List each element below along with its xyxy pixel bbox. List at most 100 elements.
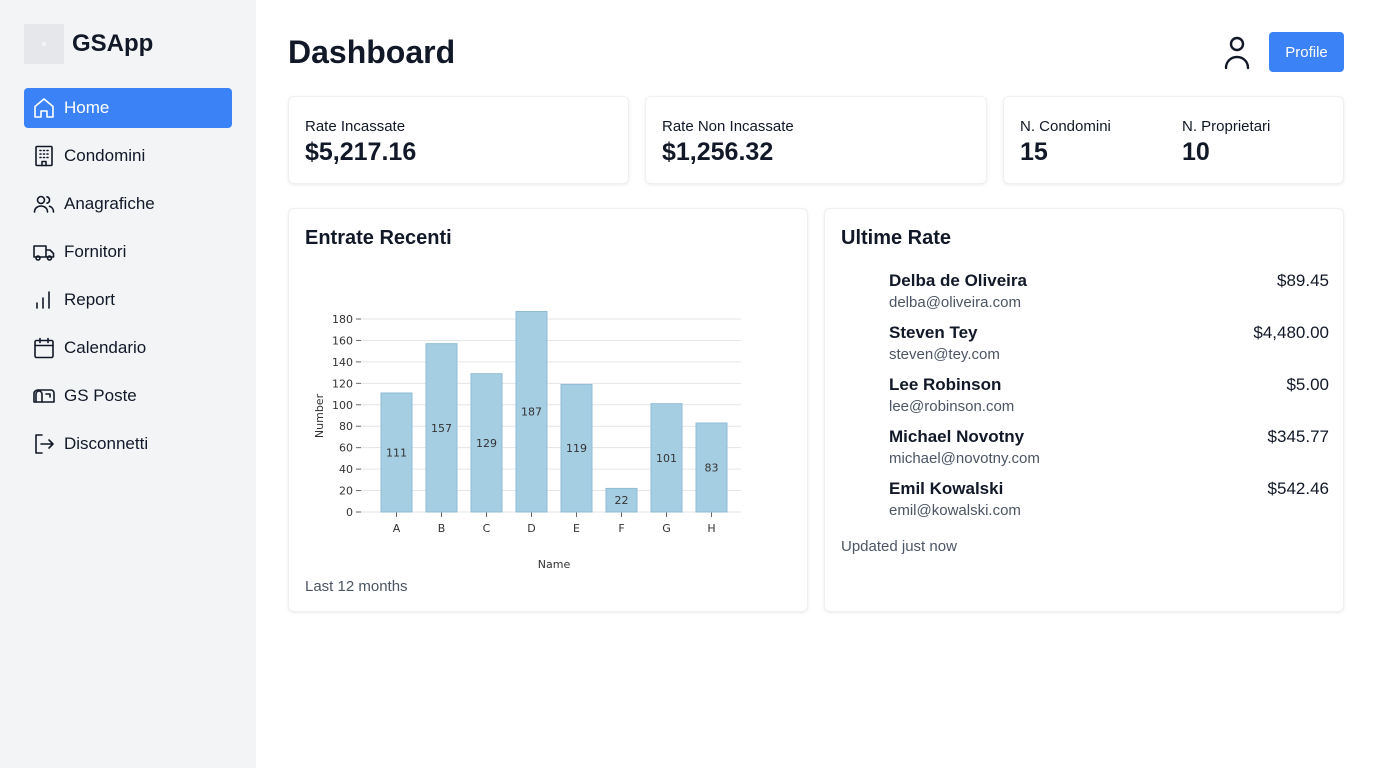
x-tick-label: F: [618, 522, 624, 535]
stat-value-proprietari: 10: [1182, 138, 1210, 166]
stat-value: $1,256.32: [662, 138, 774, 166]
chart-bars: [380, 310, 728, 513]
x-tick-label: G: [662, 522, 671, 535]
rate-email: delba@oliveira.com: [889, 294, 1021, 311]
rate-email: emil@kowalski.com: [889, 502, 1021, 519]
calendar-icon: [32, 336, 56, 360]
sidebar-item-label: Condomini: [64, 146, 146, 165]
brand[interactable]: GSApp: [24, 24, 153, 64]
stat-card-counts: N. Condomini 15 N. Proprietari 10: [1003, 96, 1344, 184]
stat-card-rate-non-incassate: Rate Non Incassate $1,256.32: [645, 96, 987, 184]
data-label: 157: [431, 422, 452, 435]
page-title: Dashboard: [288, 34, 456, 70]
sidebar-item-label: Disconnetti: [64, 434, 149, 453]
rate-row[interactable]: Lee Robinson lee@robinson.com $5.00: [889, 375, 1329, 419]
y-tick-label: 0: [346, 506, 353, 519]
rate-row[interactable]: Steven Tey steven@tey.com $4,480.00: [889, 323, 1329, 367]
mailbox-icon: [32, 384, 56, 408]
y-tick-label: 120: [332, 377, 353, 390]
sidebar-item-label: Report: [64, 290, 116, 309]
card-title: Entrate Recenti: [305, 227, 452, 249]
bar-chart: 0 20 40 60 80 100 120 140 160 180 111 A 157 B 129 C 187 D…: [313, 310, 741, 571]
rate-name: Michael Novotny: [889, 427, 1025, 446]
y-tick-label: 40: [339, 463, 353, 476]
rate-amount: $5.00: [1286, 375, 1329, 394]
sidebar-item-label: Home: [64, 98, 110, 117]
rate-amount: $89.45: [1277, 271, 1329, 290]
data-label: 187: [521, 406, 542, 419]
data-label: 101: [656, 452, 677, 465]
sidebar: GSApp Home Condomini Anagrafiche Fornito…: [0, 0, 256, 768]
sidebar-item-fornitori[interactable]: Fornitori: [24, 232, 232, 272]
stat-label-proprietari: N. Proprietari: [1182, 118, 1271, 135]
stat-label-condomini: N. Condomini: [1020, 118, 1111, 135]
sidebar-item-condomini[interactable]: Condomini: [24, 136, 232, 176]
stat-value: $5,217.16: [305, 138, 417, 166]
rate-row[interactable]: Michael Novotny michael@novotny.com $345…: [889, 427, 1329, 471]
rate-amount: $345.77: [1267, 427, 1329, 446]
y-tick-label: 180: [332, 313, 353, 326]
sidebar-item-report[interactable]: Report: [24, 280, 232, 320]
rate-row[interactable]: Delba de Oliveira delba@oliveira.com $89…: [889, 271, 1329, 315]
data-label: 129: [476, 437, 497, 450]
rate-row[interactable]: Emil Kowalski emil@kowalski.com $542.46: [889, 479, 1329, 523]
rate-name: Lee Robinson: [889, 375, 1002, 394]
rate-amount: $542.46: [1267, 479, 1329, 498]
stat-value-condomini: 15: [1020, 138, 1048, 166]
y-tick-label: 160: [332, 334, 353, 347]
rate-name: Emil Kowalski: [889, 479, 1004, 498]
user-icon[interactable]: [1221, 34, 1253, 70]
rate-name: Delba de Oliveira: [889, 271, 1027, 290]
data-label: 119: [566, 442, 587, 455]
y-tick-label: 80: [339, 420, 353, 433]
x-axis-label: Name: [538, 558, 571, 571]
y-axis-label: Number: [313, 393, 326, 438]
y-tick-label: 100: [332, 399, 353, 412]
x-tick-label: E: [573, 522, 580, 535]
rate-amount: $4,480.00: [1253, 323, 1329, 342]
data-label: 83: [705, 462, 719, 475]
sidebar-item-disconnetti[interactable]: Disconnetti: [24, 424, 232, 464]
y-tick-label: 20: [339, 485, 353, 498]
users-icon: [32, 192, 56, 216]
sidebar-item-home[interactable]: Home: [24, 88, 232, 128]
sidebar-item-calendario[interactable]: Calendario: [24, 328, 232, 368]
y-tick-label: 60: [339, 442, 353, 455]
y-tick-label: 140: [332, 356, 353, 369]
rate-email: steven@tey.com: [889, 346, 1000, 363]
card-title: Ultime Rate: [841, 227, 952, 249]
x-tick-label: A: [393, 522, 401, 535]
x-tick-label: B: [438, 522, 446, 535]
stat-card-rate-incassate: Rate Incassate $5,217.16: [288, 96, 629, 184]
x-tick-label: H: [707, 522, 715, 535]
updated-status: Updated just now: [841, 538, 957, 555]
sidebar-item-anagrafiche[interactable]: Anagrafiche: [24, 184, 232, 224]
truck-icon: [32, 240, 56, 264]
entrate-recenti-card: Entrate Recenti 0 20 40 60 80 100 120 140 160 180…: [288, 208, 808, 612]
stat-label: Rate Non Incassate: [662, 118, 794, 135]
x-tick-label: C: [483, 522, 491, 535]
chart-footer: Last 12 months: [305, 578, 408, 595]
app-name: GSApp: [72, 30, 154, 57]
rate-email: lee@robinson.com: [889, 398, 1015, 415]
sidebar-nav: Home Condomini Anagrafiche Fornitori Rep…: [24, 88, 232, 472]
chart-grid: [356, 318, 741, 517]
logout-icon: [32, 432, 56, 456]
sidebar-item-label: Anagrafiche: [64, 194, 155, 213]
data-label: 111: [386, 446, 407, 459]
profile-button[interactable]: Profile: [1269, 32, 1344, 72]
stat-label: Rate Incassate: [305, 118, 406, 135]
rate-email: michael@novotny.com: [889, 450, 1040, 467]
x-tick-label: D: [527, 522, 535, 535]
home-icon: [32, 96, 56, 120]
sidebar-item-label: Calendario: [64, 338, 147, 357]
rate-name: Steven Tey: [889, 323, 978, 342]
app-logo: [24, 24, 64, 64]
sidebar-item-gs-poste[interactable]: GS Poste: [24, 376, 232, 416]
ultime-rate-card: Ultime Rate Delba de Oliveira delba@oliv…: [824, 208, 1344, 612]
building-icon: [32, 144, 56, 168]
sidebar-item-label: GS Poste: [64, 386, 137, 405]
data-label: 22: [615, 494, 629, 507]
sidebar-item-label: Fornitori: [64, 242, 127, 261]
bar-chart-icon: [32, 288, 56, 312]
